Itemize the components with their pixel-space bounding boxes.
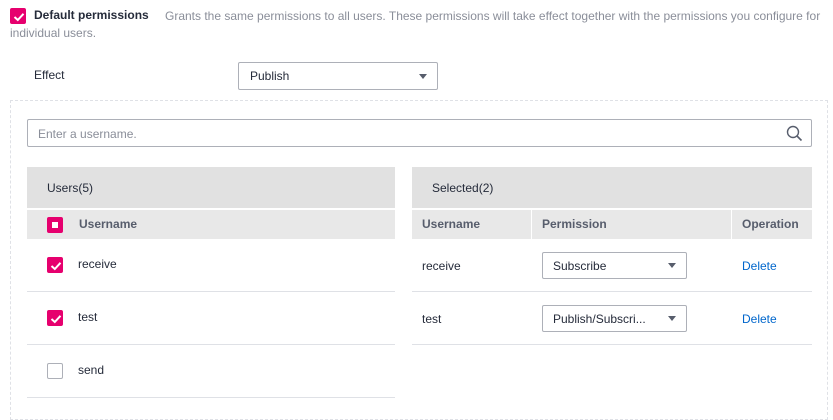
user-row-name: receive <box>78 257 117 271</box>
selected-column-permission: Permission <box>542 217 607 231</box>
user-row[interactable]: test <box>27 292 395 345</box>
permission-select[interactable]: Subscribe <box>542 252 687 279</box>
user-row-checkbox[interactable] <box>47 257 63 273</box>
chevron-down-icon <box>419 74 427 79</box>
users-column-username: Username <box>79 217 138 231</box>
selected-column-operation: Operation <box>742 217 799 231</box>
permission-select-value: Subscribe <box>553 259 607 273</box>
selected-row-username: receive <box>422 259 461 273</box>
selected-row: test Publish/Subscri... Delete <box>412 292 812 345</box>
selected-panel-title: Selected(2) <box>432 181 494 195</box>
user-row-checkbox[interactable] <box>47 310 63 326</box>
selected-row: receive Subscribe Delete <box>412 239 812 292</box>
column-divider <box>731 210 732 239</box>
check-icon <box>50 262 62 271</box>
users-panel-header: Users(5) <box>27 167 395 208</box>
users-column-header: Username <box>27 210 395 239</box>
search-box[interactable] <box>27 119 812 147</box>
search-input[interactable] <box>38 125 738 143</box>
permission-select-value: Publish/Subscri... <box>553 312 646 326</box>
permission-select[interactable]: Publish/Subscri... <box>542 305 687 332</box>
user-row[interactable]: receive <box>27 239 395 292</box>
chevron-down-icon <box>668 316 676 321</box>
search-icon[interactable] <box>786 125 803 145</box>
user-row-checkbox[interactable] <box>47 363 63 379</box>
chevron-down-icon <box>668 263 676 268</box>
user-row-name: test <box>78 310 98 324</box>
check-icon <box>50 315 62 324</box>
delete-link[interactable]: Delete <box>742 312 777 326</box>
effect-label: Effect <box>34 68 65 82</box>
users-panel-title: Users(5) <box>47 181 94 195</box>
default-permissions-title: Default permissions <box>34 8 149 22</box>
effect-select[interactable]: Publish <box>238 62 438 90</box>
selected-row-username: test <box>422 312 442 326</box>
selected-column-username: Username <box>422 217 481 231</box>
selected-panel-header: Selected(2) <box>412 167 812 208</box>
column-divider <box>531 210 532 239</box>
user-row-name: send <box>78 363 105 377</box>
selected-column-header: Username Permission Operation <box>412 210 812 239</box>
partial-select-icon <box>52 222 58 228</box>
select-all-checkbox[interactable] <box>47 217 63 233</box>
user-row[interactable]: send <box>27 345 395 398</box>
delete-link[interactable]: Delete <box>742 259 777 273</box>
effect-select-value: Publish <box>250 69 290 83</box>
